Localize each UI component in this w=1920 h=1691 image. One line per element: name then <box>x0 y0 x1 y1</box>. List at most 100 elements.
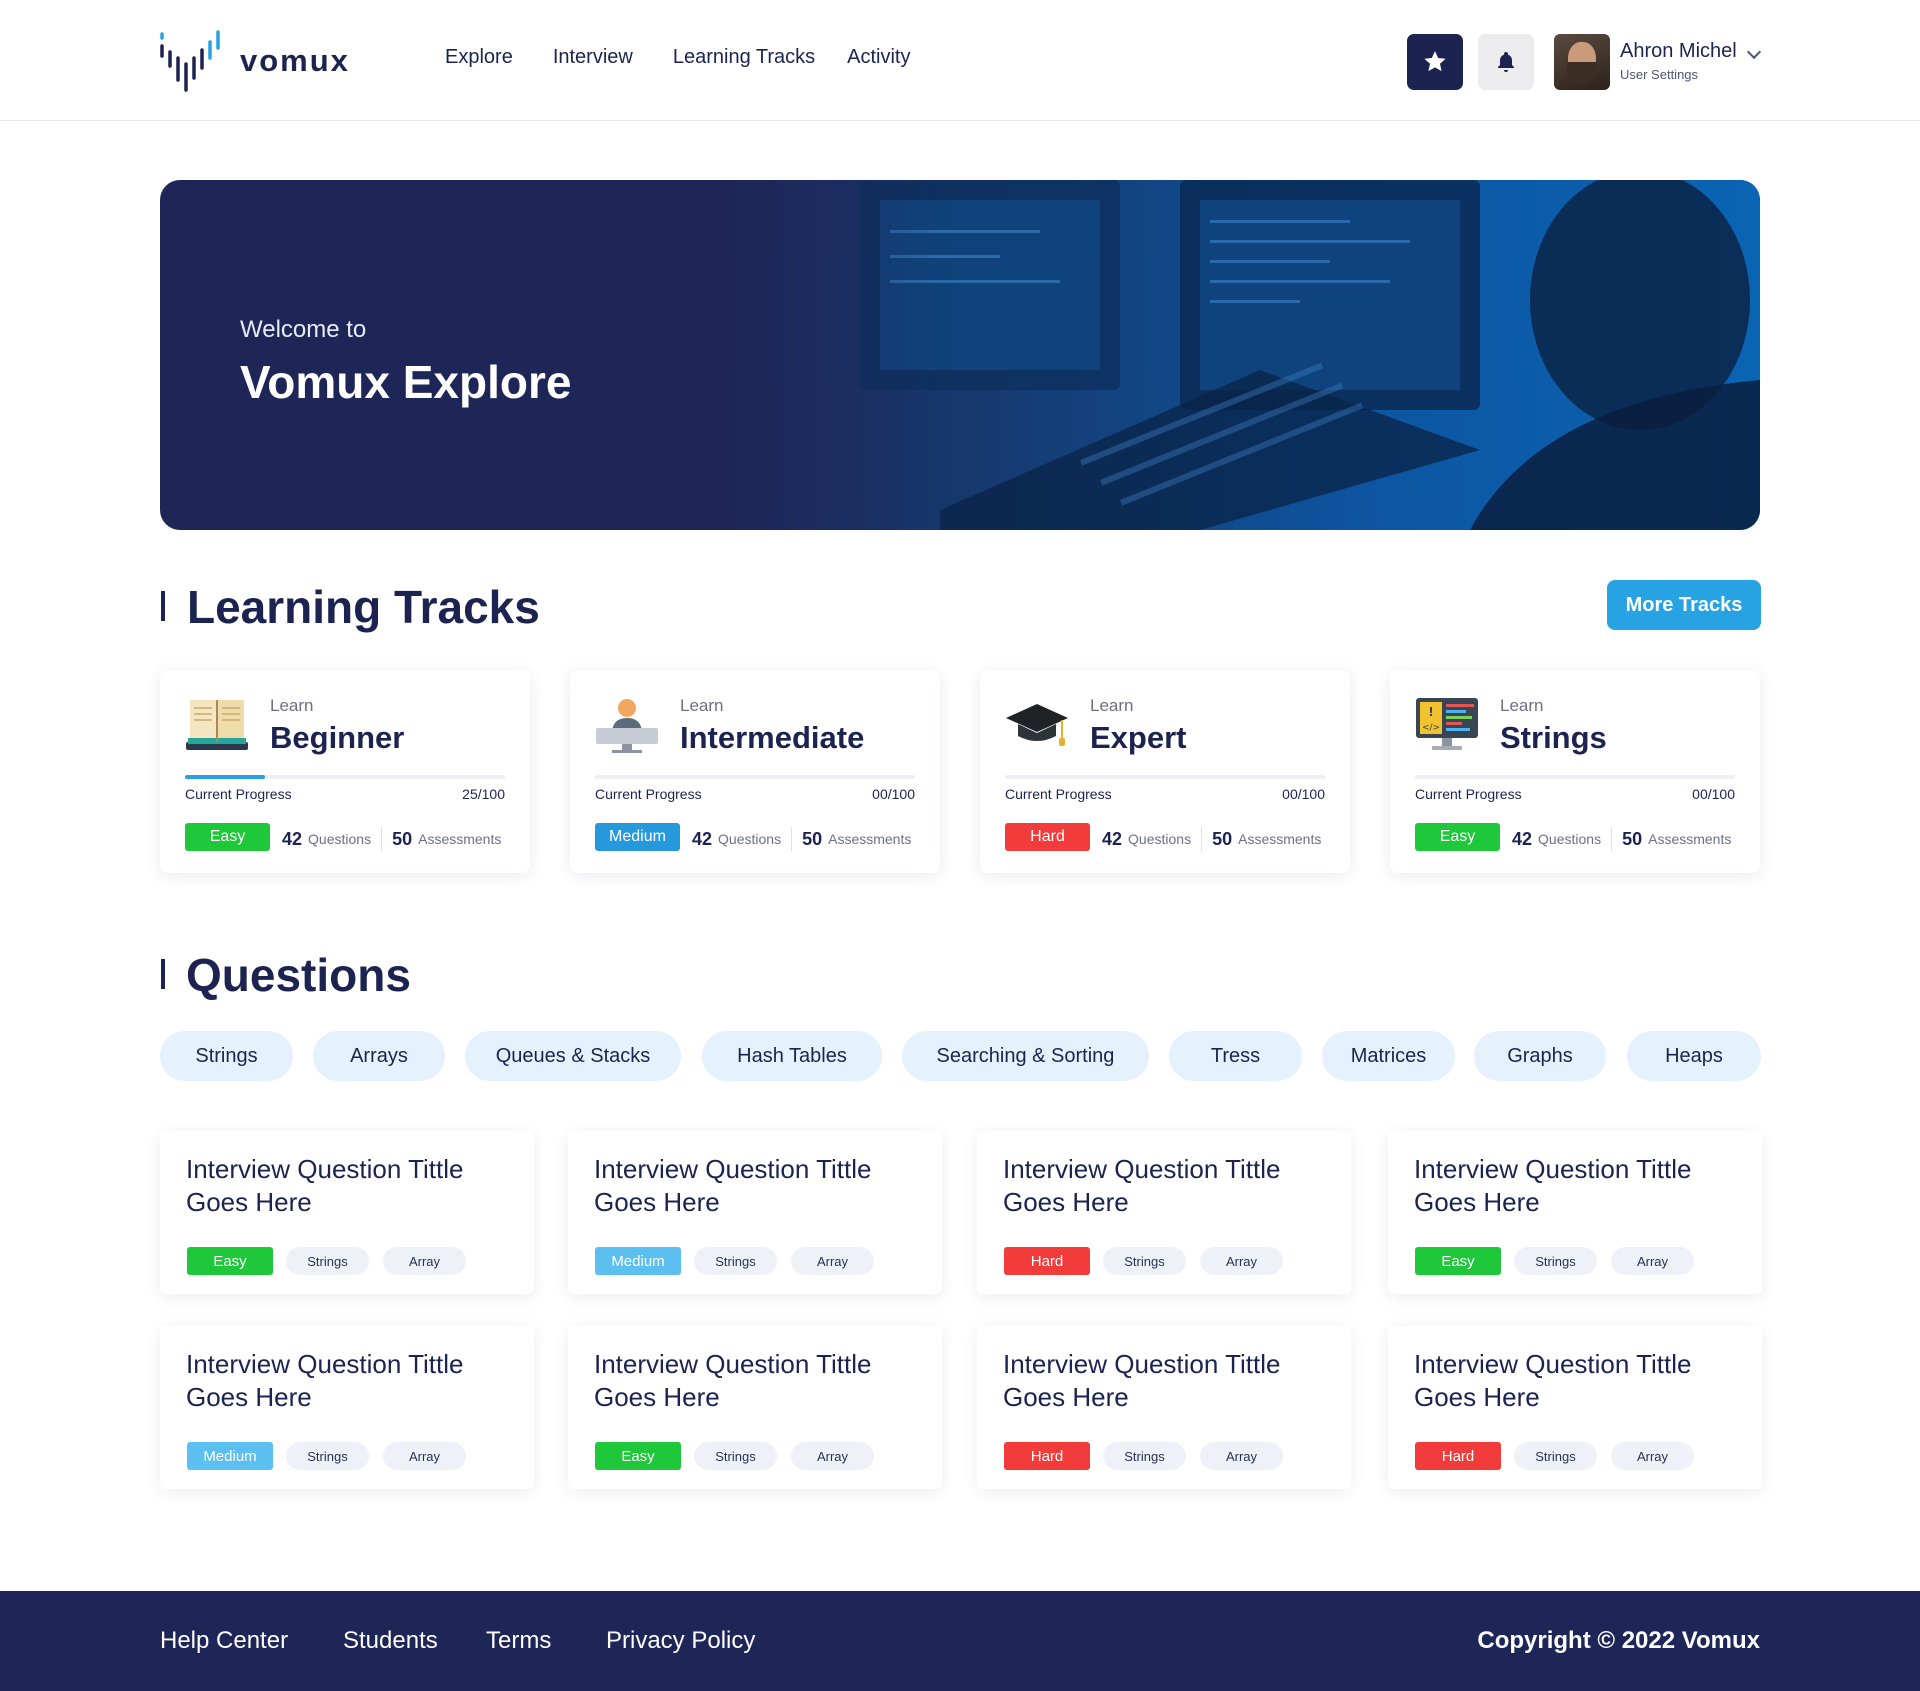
questions-label: Questions <box>718 831 782 847</box>
tag-array[interactable]: Array <box>791 1247 874 1275</box>
questions-label: Questions <box>1128 831 1192 847</box>
hero-banner: Welcome to Vomux Explore <box>160 180 1760 530</box>
more-tracks-button[interactable]: More Tracks <box>1607 580 1761 630</box>
progress-value: 00/100 <box>1282 786 1325 802</box>
favorites-button[interactable] <box>1407 34 1463 90</box>
track-card-beginner[interactable]: Learn Beginner Current Progress 25/100 Easy 4… <box>160 670 530 873</box>
person-at-computer-icon <box>594 694 660 754</box>
progress-bar <box>1005 775 1325 779</box>
questions-count: 42 <box>692 828 713 849</box>
filter-chip-hash-tables[interactable]: Hash Tables <box>702 1031 882 1081</box>
assessments-label: Assessments <box>418 831 502 847</box>
assessments-label: Assessments <box>1648 831 1732 847</box>
difficulty-badge: Easy <box>185 823 270 851</box>
progress-label: Current Progress <box>185 786 292 802</box>
nav-activity[interactable]: Activity <box>847 46 910 69</box>
question-card[interactable]: Interview Question Tittle Goes Here Mediu… <box>568 1131 942 1294</box>
footer-privacy-policy[interactable]: Privacy Policy <box>606 1627 755 1655</box>
filter-chip-heaps[interactable]: Heaps <box>1627 1031 1761 1081</box>
question-title[interactable]: Interview Question Tittle Goes Here <box>1003 1153 1333 1219</box>
section-marker <box>161 959 165 989</box>
question-card[interactable]: Interview Question Tittle Goes Here Hard S… <box>977 1131 1351 1294</box>
footer-students[interactable]: Students <box>343 1627 438 1655</box>
user-avatar[interactable] <box>1554 34 1610 90</box>
question-card[interactable]: Interview Question Tittle Goes Here Mediu… <box>160 1326 534 1489</box>
tag-strings[interactable]: Strings <box>1514 1442 1597 1470</box>
question-title[interactable]: Interview Question Tittle Goes Here <box>186 1153 516 1219</box>
graduation-cap-icon <box>1004 694 1070 754</box>
tag-strings[interactable]: Strings <box>1103 1442 1186 1470</box>
chevron-down-icon[interactable] <box>1746 44 1762 60</box>
filter-chip-graphs[interactable]: Graphs <box>1474 1031 1606 1081</box>
filter-chip-matrices[interactable]: Matrices <box>1322 1031 1455 1081</box>
difficulty-badge: Easy <box>1415 1247 1501 1275</box>
hero-title: Vomux Explore <box>240 356 572 408</box>
tag-array[interactable]: Array <box>1611 1442 1694 1470</box>
questions-count: 42 <box>1102 828 1123 849</box>
questions-label: Questions <box>308 831 372 847</box>
tag-strings[interactable]: Strings <box>694 1247 777 1275</box>
user-settings-label[interactable]: User Settings <box>1620 67 1698 82</box>
assessments-label: Assessments <box>1238 831 1322 847</box>
footer-help-center[interactable]: Help Center <box>160 1627 288 1655</box>
tag-array[interactable]: Array <box>383 1442 466 1470</box>
question-title[interactable]: Interview Question Tittle Goes Here <box>594 1348 924 1414</box>
main-nav: Explore Interview Learning Tracks Activi… <box>445 46 950 69</box>
filter-chip-arrays[interactable]: Arrays <box>313 1031 445 1081</box>
question-card[interactable]: Interview Question Tittle Goes Here Easy S… <box>160 1131 534 1294</box>
filter-chip-queues-stacks[interactable]: Queues & Stacks <box>465 1031 681 1081</box>
track-card-strings[interactable]: ! </> Learn Strings Current Progress 00/100 Ea… <box>1390 670 1760 873</box>
assessments-count: 50 <box>1212 828 1233 849</box>
tag-strings[interactable]: Strings <box>286 1442 369 1470</box>
question-title[interactable]: Interview Question Tittle Goes Here <box>594 1153 924 1219</box>
track-learn-label: Learn <box>1090 696 1134 715</box>
question-title[interactable]: Interview Question Tittle Goes Here <box>186 1348 516 1414</box>
track-learn-label: Learn <box>680 696 724 715</box>
notifications-button[interactable] <box>1478 34 1534 90</box>
filter-chip-searching-sorting[interactable]: Searching & Sorting <box>902 1031 1149 1081</box>
track-stats: 42 Questions 50 Assessments <box>1512 827 1731 851</box>
tag-array[interactable]: Array <box>1611 1247 1694 1275</box>
filter-chip-tress[interactable]: Tress <box>1169 1031 1302 1081</box>
progress-label: Current Progress <box>1415 786 1522 802</box>
tag-strings[interactable]: Strings <box>1514 1247 1597 1275</box>
question-title[interactable]: Interview Question Tittle Goes Here <box>1003 1348 1333 1414</box>
tag-strings[interactable]: Strings <box>694 1442 777 1470</box>
question-card[interactable]: Interview Question Tittle Goes Here Easy S… <box>1388 1131 1762 1294</box>
star-icon <box>1424 51 1446 72</box>
tag-array[interactable]: Array <box>1200 1247 1283 1275</box>
brand-logo[interactable]: vomux <box>158 28 350 94</box>
track-card-expert[interactable]: Learn Expert Current Progress 00/100 Hard 42 Q… <box>980 670 1350 873</box>
tag-array[interactable]: Array <box>1200 1442 1283 1470</box>
questions-count: 42 <box>282 828 303 849</box>
difficulty-badge: Hard <box>1004 1442 1090 1470</box>
copyright: Copyright © 2022 Vomux <box>1477 1627 1760 1654</box>
question-card[interactable]: Interview Question Tittle Goes Here Hard S… <box>977 1326 1351 1489</box>
top-header: vomux Explore Interview Learning Tracks … <box>0 0 1920 121</box>
question-card[interactable]: Interview Question Tittle Goes Here Hard S… <box>1388 1326 1762 1489</box>
tag-strings[interactable]: Strings <box>286 1247 369 1275</box>
progress-value: 25/100 <box>462 786 505 802</box>
track-stats: 42 Questions 50 Assessments <box>1102 827 1321 851</box>
tag-strings[interactable]: Strings <box>1103 1247 1186 1275</box>
track-name: Beginner <box>270 720 405 755</box>
question-title[interactable]: Interview Question Tittle Goes Here <box>1414 1348 1744 1414</box>
question-title[interactable]: Interview Question Tittle Goes Here <box>1414 1153 1744 1219</box>
track-card-intermediate[interactable]: Learn Intermediate Current Progress 00/100 M… <box>570 670 940 873</box>
section-marker <box>161 591 165 621</box>
nav-explore[interactable]: Explore <box>445 46 513 69</box>
book-icon <box>184 694 250 754</box>
user-name[interactable]: Ahron Michel <box>1620 40 1737 63</box>
difficulty-badge: Easy <box>1415 823 1500 851</box>
difficulty-badge: Hard <box>1005 823 1090 851</box>
progress-value: 00/100 <box>872 786 915 802</box>
nav-interview[interactable]: Interview <box>553 46 633 69</box>
tag-array[interactable]: Array <box>383 1247 466 1275</box>
difficulty-badge: Medium <box>187 1442 273 1470</box>
filter-chip-strings[interactable]: Strings <box>160 1031 293 1081</box>
tag-array[interactable]: Array <box>791 1442 874 1470</box>
hero-subtitle: Welcome to <box>240 316 367 343</box>
footer-terms[interactable]: Terms <box>486 1627 551 1655</box>
question-card[interactable]: Interview Question Tittle Goes Here Easy S… <box>568 1326 942 1489</box>
nav-learning-tracks[interactable]: Learning Tracks <box>673 46 815 69</box>
